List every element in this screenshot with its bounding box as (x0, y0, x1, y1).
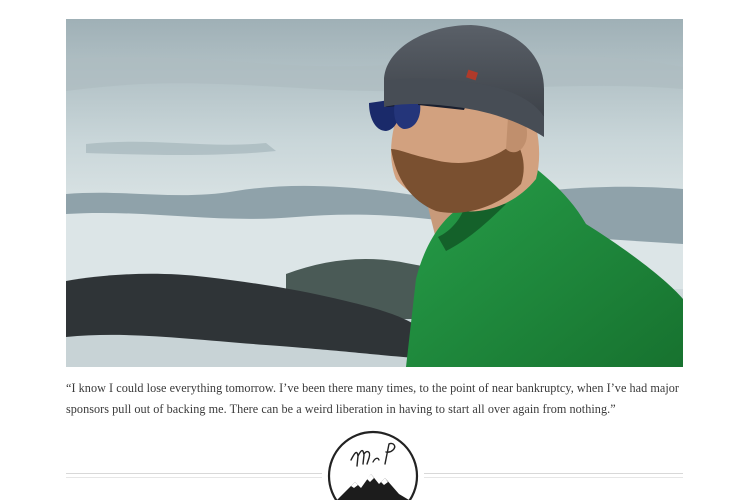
hero-photo (66, 19, 683, 367)
portrait-image (66, 19, 683, 367)
mountain-signature-emblem-icon (327, 430, 419, 500)
divider-left (66, 473, 322, 478)
divider-right (424, 473, 683, 478)
pull-quote: “I know I could lose everything tomorrow… (66, 381, 680, 416)
